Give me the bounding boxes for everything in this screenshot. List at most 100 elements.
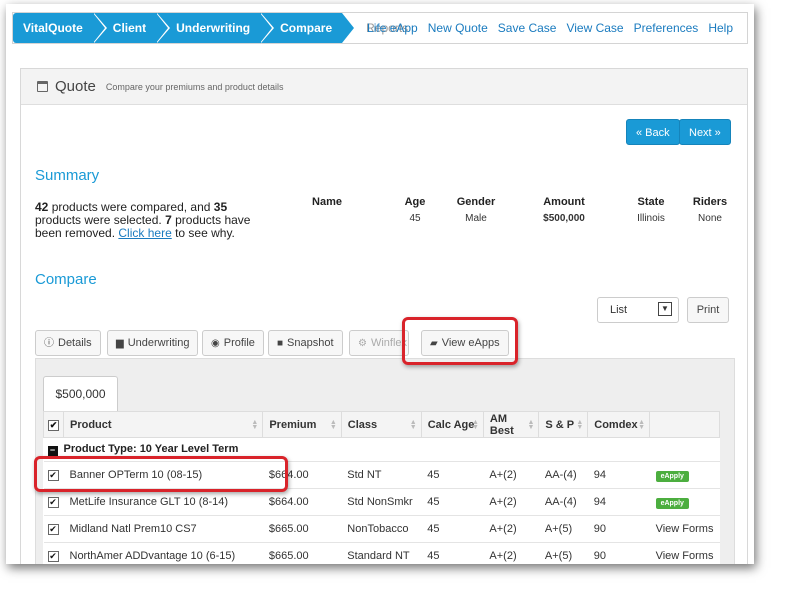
cell-premium[interactable]: $664.00 — [262, 488, 342, 516]
group-row: − Product Type: 10 Year Level Term — [43, 437, 720, 462]
select-all-checkbox[interactable]: ✔ — [48, 419, 59, 431]
sort-icon: ▲ ▼ — [251, 419, 259, 431]
summary-text-part: products were compared, and — [48, 200, 214, 214]
compare-heading: Compare — [35, 271, 97, 288]
tab-label: Underwriting — [127, 337, 190, 349]
crumb-underwriting[interactable]: Underwriting — [156, 13, 275, 43]
stat-value: None — [698, 213, 722, 224]
panel-subtitle: Compare your premiums and product detail… — [105, 81, 284, 92]
chevron-down-icon: ▼ — [658, 302, 672, 316]
row-checkbox[interactable]: ✔ — [47, 470, 59, 481]
collapse-icon[interactable]: − — [47, 446, 58, 456]
workflow-breadcrumb: VitalQuote Client Underwriting Compare R… — [13, 13, 418, 43]
select-all-header[interactable]: ✔ — [43, 411, 64, 438]
sort-icon: ▲ ▼ — [527, 419, 535, 431]
menu-new-quote[interactable]: New Quote — [428, 13, 488, 43]
stat-value: Male — [465, 213, 487, 224]
tab-snapshot[interactable]: ■ Snapshot — [268, 330, 343, 356]
summary-text-part: products were selected. — [35, 213, 166, 227]
products-table: ✔ Product ▲ ▼ Premium ▲ ▼ Class ▲ ▼ Calc Age ▲ ▼… — [43, 411, 720, 564]
panel-title: Quote — [55, 78, 96, 95]
col-product[interactable]: Product ▲ ▼ — [62, 411, 264, 438]
sort-icon: ▲ ▼ — [471, 419, 479, 431]
stat-riders: Riders None — [685, 196, 735, 224]
stat-label: Name — [312, 196, 342, 208]
click-here-link[interactable]: Click here — [118, 226, 171, 240]
cell-sp: AA-(4) — [538, 461, 588, 489]
next-button[interactable]: Next » — [679, 119, 731, 145]
cell-calc-age: 45 — [421, 542, 484, 564]
col-action — [649, 411, 720, 438]
cell-am-best: A+(2) — [483, 461, 539, 489]
col-am-best[interactable]: AM Best ▲ ▼ — [482, 411, 540, 438]
stat-label: Age — [404, 196, 426, 208]
row-checkbox[interactable]: ✔ — [47, 551, 59, 562]
column-label: Calc Age — [427, 418, 475, 431]
tab-winflex[interactable]: ⚙ Winflex — [349, 330, 409, 356]
cell-premium[interactable]: $665.00 — [262, 542, 342, 564]
col-comdex[interactable]: Comdex ▲ ▼ — [587, 411, 651, 438]
tab-profile[interactable]: ◉ Profile — [202, 330, 264, 356]
eapply-button[interactable]: eApply — [655, 497, 689, 509]
top-menu: Life eApp New Quote Save Case View Case … — [367, 13, 733, 43]
view-select[interactable]: List ▼ — [597, 297, 679, 323]
stat-value: Illinois — [637, 213, 665, 224]
table-row: ✔ MetLife Insurance GLT 10 (8-14) $664.0… — [43, 488, 720, 516]
cell-sp: A+(5) — [538, 515, 588, 543]
col-sp[interactable]: S & P ▲ ▼ — [538, 411, 589, 438]
group-label: Product Type: 10 Year Level Term — [63, 443, 239, 455]
tab-underwriting[interactable]: ▆ Underwriting — [107, 330, 199, 356]
calendar-icon — [37, 81, 48, 92]
tab-details[interactable]: ⓘ Details — [35, 330, 101, 356]
view-select-value: List — [610, 304, 628, 316]
cell-comdex: 90 — [587, 515, 650, 543]
stat-amount: Amount $500,000 — [527, 196, 601, 224]
cell-premium[interactable]: $665.00 — [262, 515, 342, 543]
view-forms-link[interactable]: View Forms — [649, 515, 720, 543]
view-forms-link[interactable]: View Forms — [649, 542, 720, 564]
stat-value: $500,000 — [543, 213, 585, 224]
top-nav: VitalQuote Client Underwriting Compare R… — [12, 12, 748, 44]
sort-icon: ▲ ▼ — [638, 419, 646, 431]
back-button[interactable]: « Back — [626, 119, 680, 145]
menu-view-case[interactable]: View Case — [566, 13, 623, 43]
table-row: ✔ NorthAmer ADDvantage 10 (6-15) $665.00… — [43, 542, 720, 564]
menu-preferences[interactable]: Preferences — [634, 13, 699, 43]
briefcase-icon: ▆ — [116, 338, 124, 349]
tab-label: Snapshot — [287, 337, 334, 349]
cell-calc-age: 45 — [421, 488, 484, 516]
cell-premium[interactable]: $664.00 — [262, 461, 342, 489]
column-label: Premium — [269, 418, 317, 431]
row-checkbox[interactable]: ✔ — [47, 497, 59, 508]
app-window: VitalQuote Client Underwriting Compare R… — [6, 4, 754, 564]
menu-life-eapp[interactable]: Life eApp — [367, 13, 418, 43]
row-checkbox[interactable]: ✔ — [47, 524, 59, 535]
col-class[interactable]: Class ▲ ▼ — [340, 411, 422, 438]
table-row: ✔ Midland Natl Prem10 CS7 $665.00 NonTob… — [43, 515, 720, 543]
print-button[interactable]: Print — [687, 297, 729, 323]
book-icon: ▰ — [430, 338, 438, 349]
menu-save-case[interactable]: Save Case — [498, 13, 557, 43]
summary-text: 42 products were compared, and 35 produc… — [35, 201, 251, 240]
col-calc-age[interactable]: Calc Age ▲ ▼ — [420, 411, 484, 438]
crumb-vitalquote[interactable]: VitalQuote — [13, 13, 107, 43]
amount-tab[interactable]: $500,000 — [43, 376, 118, 411]
summary-text-part: to see why. — [171, 226, 235, 240]
column-label: Comdex — [594, 418, 638, 431]
cell-product: Banner OPTerm 10 (08-15) — [63, 461, 263, 489]
cell-class: Std NonSmkr — [341, 488, 422, 516]
removed-count: 7 — [165, 213, 172, 227]
tab-label: Winflex — [370, 337, 408, 349]
menu-help[interactable]: Help — [708, 13, 733, 43]
col-premium[interactable]: Premium ▲ ▼ — [262, 411, 342, 438]
selected-count: 35 — [213, 200, 228, 214]
tab-view-eapps[interactable]: ▰ View eApps — [421, 330, 509, 356]
column-label: Class — [347, 418, 378, 431]
eapply-button[interactable]: eApply — [655, 470, 689, 482]
cell-am-best: A+(2) — [483, 542, 539, 564]
cell-am-best: A+(2) — [483, 515, 539, 543]
cell-product: NorthAmer ADDvantage 10 (6-15) — [63, 542, 263, 564]
stat-value: 45 — [409, 213, 421, 224]
quote-panel: Quote Compare your premiums and product … — [20, 68, 748, 564]
compared-count: 42 — [35, 200, 49, 214]
